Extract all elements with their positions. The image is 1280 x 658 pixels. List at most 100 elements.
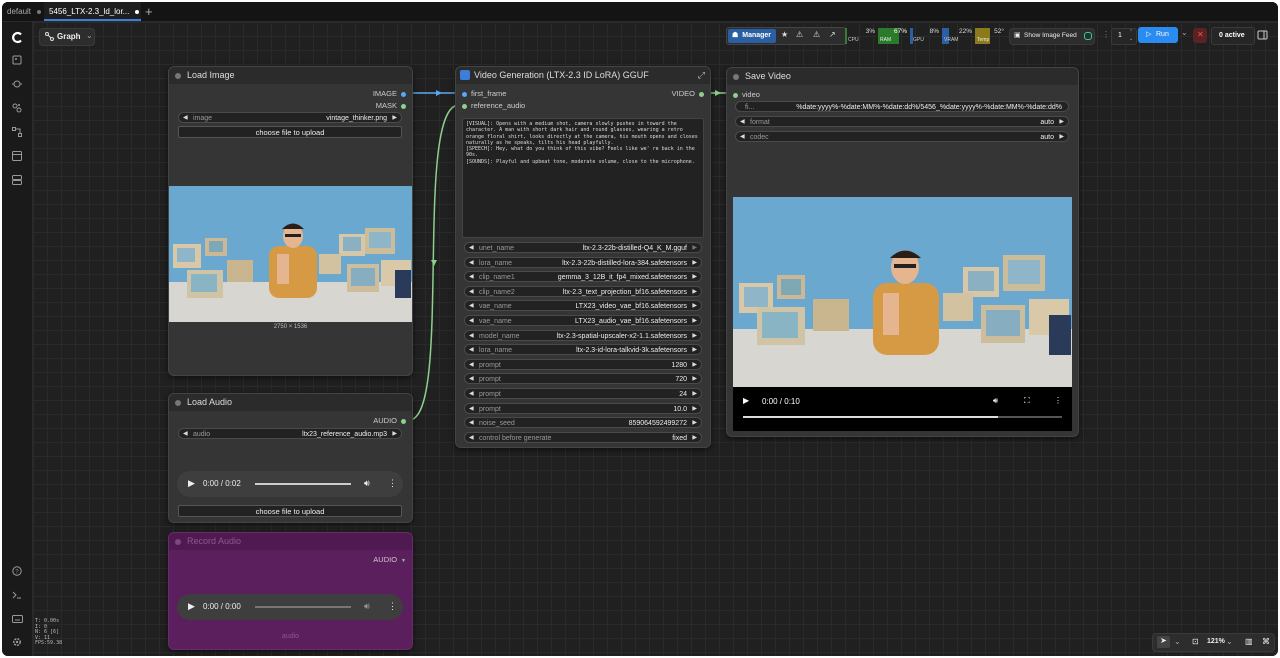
node-title-bar[interactable]: Load Image — [169, 67, 412, 84]
node-title-bar[interactable]: Save Video — [727, 68, 1078, 85]
input-first-frame-slot[interactable]: first_frame — [462, 89, 506, 98]
fullscreen-icon[interactable]: ⛶ — [1024, 396, 1030, 406]
arrow-left-icon[interactable]: ◀ — [469, 389, 474, 400]
volume-icon[interactable]: 🔊︎ — [364, 478, 370, 489]
keyboard-icon[interactable] — [10, 612, 24, 626]
models-icon[interactable] — [10, 101, 24, 115]
play-icon[interactable]: ▶ — [188, 478, 195, 489]
play-icon[interactable]: ▶ — [188, 601, 195, 612]
video-generation-node[interactable]: Video Generation (LTX-2.3 ID LoRA) GGUF … — [455, 66, 711, 448]
minimap-icon[interactable]: ▥ — [1245, 637, 1253, 646]
video-player[interactable]: ▶ 0:00 / 0:10 🔊︎ ⛶ ⋮ — [733, 197, 1072, 431]
clip-name1-widget[interactable]: ◀ clip_name1 gemma_3_12B_it_fp4_mixed.safe… — [464, 271, 702, 282]
control-before-generate-widget[interactable]: ◀ control before generate fixed ▶ — [464, 432, 702, 443]
choose-file-button[interactable]: choose file to upload — [178, 505, 402, 517]
arrow-left-icon[interactable]: ◀ — [183, 429, 188, 440]
arrow-left-icon[interactable]: ◀ — [740, 117, 745, 128]
width-number-widget[interactable]: ◀ prompt 1280 ▶ — [464, 359, 702, 370]
clip-name2-widget[interactable]: ◀ clip_name2 ltx-2.3_text_projection_bf16.… — [464, 286, 702, 297]
arrow-right-icon[interactable]: ▶ — [692, 287, 697, 298]
collapse-dot-icon[interactable] — [733, 74, 739, 80]
zoom-level[interactable]: 121% — [1207, 638, 1225, 645]
arrow-right-icon[interactable]: ▶ — [692, 389, 697, 400]
vae-name-audio-widget[interactable]: ◀ vae_name LTX23_audio_vae_bf16.safetensor… — [464, 315, 702, 326]
lora-name-talkvid-widget[interactable]: ◀ lora_name ltx-2.3-id-lora-talkvid-3k.saf… — [464, 344, 702, 355]
noise-seed-widget[interactable]: ◀ noise_seed 859064592499272 ▶ — [464, 417, 702, 428]
arrow-right-icon[interactable]: ▶ — [692, 418, 697, 429]
help-icon[interactable]: ? — [10, 564, 24, 578]
output-audio-slot[interactable]: AUDIO — [373, 416, 406, 425]
load-audio-node[interactable]: Load Audio AUDIO ◀ audio ltx23_reference… — [168, 393, 413, 523]
arrow-right-icon[interactable]: ▶ — [1059, 132, 1064, 143]
arrow-left-icon[interactable]: ◀ — [469, 360, 474, 371]
volume-icon[interactable]: 🔊︎ — [993, 396, 998, 406]
workflows-icon[interactable] — [10, 125, 24, 139]
arrow-left-icon[interactable]: ◀ — [469, 258, 474, 269]
more-options-icon[interactable]: ⋮ — [388, 601, 397, 612]
more-options-icon[interactable]: ⋮ — [388, 478, 397, 489]
output-image-slot[interactable]: IMAGE — [373, 89, 406, 98]
audio-progress-track[interactable] — [255, 483, 351, 485]
arrow-right-icon[interactable]: ▶ — [692, 272, 697, 283]
arrow-right-icon[interactable]: ▶ — [692, 374, 697, 385]
load-image-node[interactable]: Load Image IMAGE MASK ◀ image vintage_th… — [168, 66, 413, 376]
audio-combo-widget[interactable]: ◀ audio ltx23_reference_audio.mp3 ▶ — [178, 428, 402, 439]
unet-name-widget[interactable]: ◀ unet_name ltx-2.3-22b-distilled-Q4_K_M.g… — [464, 242, 702, 253]
play-icon[interactable]: ▶ — [743, 396, 749, 405]
output-video-slot[interactable]: VIDEO — [672, 89, 704, 98]
templates-icon[interactable] — [10, 149, 24, 163]
arrow-right-icon[interactable]: ▶ — [692, 243, 697, 254]
layout-icon[interactable] — [10, 173, 24, 187]
arrow-left-icon[interactable]: ◀ — [469, 301, 474, 312]
node-title-bar[interactable]: Load Audio — [169, 394, 412, 411]
arrow-right-icon[interactable]: ▶ — [392, 113, 397, 124]
collapse-dot-icon[interactable] — [175, 73, 181, 79]
arrow-left-icon[interactable]: ◀ — [469, 345, 474, 356]
nodes-icon[interactable] — [10, 77, 24, 91]
fit-view-icon[interactable]: ⊡ — [1192, 637, 1199, 646]
lora-name-widget[interactable]: ◀ lora_name ltx-2.3-22b-distilled-lora-384… — [464, 257, 702, 268]
settings-gear-icon[interactable] — [10, 635, 24, 649]
arrow-right-icon[interactable]: ▶ — [692, 301, 697, 312]
arrow-left-icon[interactable]: ◀ — [469, 272, 474, 283]
fps-number-widget[interactable]: ◀ prompt 24 ▶ — [464, 388, 702, 399]
expand-icon[interactable]: ⤢ — [698, 67, 705, 84]
record-audio-node[interactable]: Record Audio AUDIO ▼ ▶ 0:00 / 0:00 🔊︎ ⋮ a… — [168, 532, 413, 650]
arrow-right-icon[interactable]: ▶ — [692, 331, 697, 342]
more-options-icon[interactable]: ⋮ — [1054, 396, 1062, 405]
arrow-right-icon[interactable]: ▶ — [1059, 117, 1064, 128]
arrow-left-icon[interactable]: ◀ — [469, 433, 474, 444]
arrow-left-icon[interactable]: ◀ — [740, 132, 745, 143]
node-title-bar[interactable]: Video Generation (LTX-2.3 ID LoRA) GGUF … — [456, 67, 710, 84]
codec-widget[interactable]: ◀ codec auto ▶ — [735, 131, 1069, 142]
link-visibility-icon[interactable]: ⌘ — [1262, 637, 1270, 646]
select-tool-icon[interactable]: ➤ — [1157, 636, 1170, 648]
save-video-node[interactable]: Save Video video fi... %date:yyyy%-%date… — [726, 67, 1079, 437]
images-icon[interactable] — [10, 53, 24, 67]
arrow-right-icon[interactable]: ▶ — [692, 258, 697, 269]
image-combo-widget[interactable]: ◀ image vintage_thinker.png ▶ — [178, 112, 402, 123]
terminal-icon[interactable] — [10, 588, 24, 602]
duration-number-widget[interactable]: ◀ prompt 10.0 ▶ — [464, 403, 702, 414]
choose-file-button[interactable]: choose file to upload — [178, 126, 402, 138]
arrow-left-icon[interactable]: ◀ — [469, 404, 474, 415]
tab-default[interactable]: default — [2, 2, 47, 21]
video-progress-track[interactable] — [743, 416, 1062, 418]
arrow-left-icon[interactable]: ◀ — [469, 243, 474, 254]
tab-workflow[interactable]: 5456_LTX-2.3_ld_lor... — [44, 2, 141, 21]
collapse-dot-icon[interactable] — [175, 539, 181, 545]
output-audio-slot[interactable]: AUDIO ▼ — [373, 555, 406, 564]
arrow-right-icon[interactable]: ▶ — [692, 404, 697, 415]
input-video-slot[interactable]: video — [733, 90, 760, 99]
prompt-textarea[interactable]: [VISUAL]: Opens with a medium shot, came… — [462, 118, 704, 238]
new-tab-button[interactable]: + — [145, 2, 153, 21]
arrow-right-icon[interactable]: ▶ — [692, 433, 697, 444]
audio-progress-track[interactable] — [255, 606, 351, 608]
arrow-left-icon[interactable]: ◀ — [469, 287, 474, 298]
vae-name-video-widget[interactable]: ◀ vae_name LTX23_video_vae_bf16.safetensor… — [464, 300, 702, 311]
chevron-down-icon[interactable]: ⌄ — [1174, 637, 1181, 646]
collapse-dot-icon[interactable] — [175, 400, 181, 406]
height-number-widget[interactable]: ◀ prompt 720 ▶ — [464, 373, 702, 384]
comfy-logo-icon[interactable] — [10, 30, 24, 44]
arrow-right-icon[interactable]: ▶ — [692, 360, 697, 371]
